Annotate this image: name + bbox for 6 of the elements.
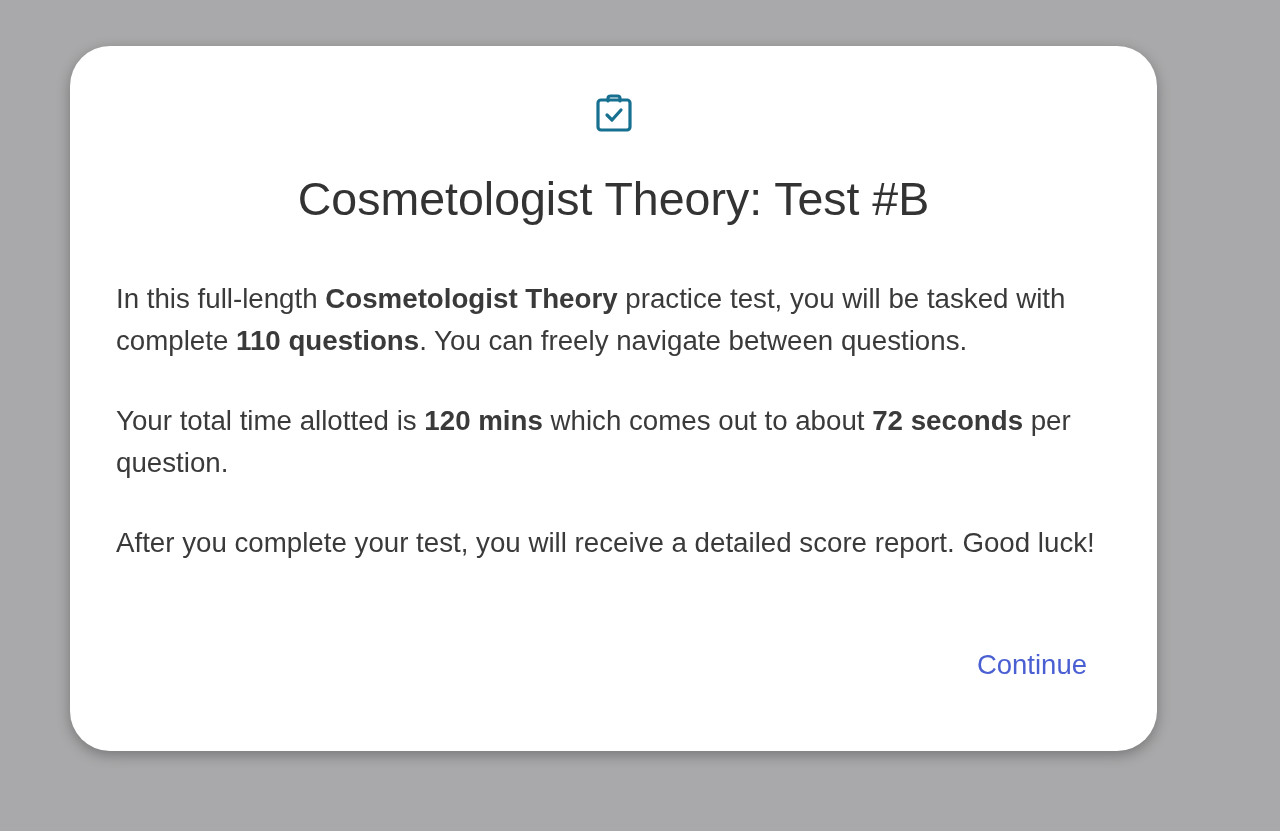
dialog-title: Cosmetologist Theory: Test #B: [297, 172, 930, 226]
clipboard-check-icon: [595, 94, 632, 132]
continue-button[interactable]: Continue: [952, 641, 1111, 689]
dialog-paragraph: In this full-length Cosmetologist Theory practice test, you will be tasked with complete 110 questions. You can freely navigate between questions.: [116, 282, 1067, 358]
dialog-paragraph: After you complete your test, you will receive a detailed score report. Good luck!: [116, 526, 1096, 560]
dialog-paragraph: Your total time allotted is 120 mins which comes out to about 72 seconds per question.: [116, 404, 1072, 480]
